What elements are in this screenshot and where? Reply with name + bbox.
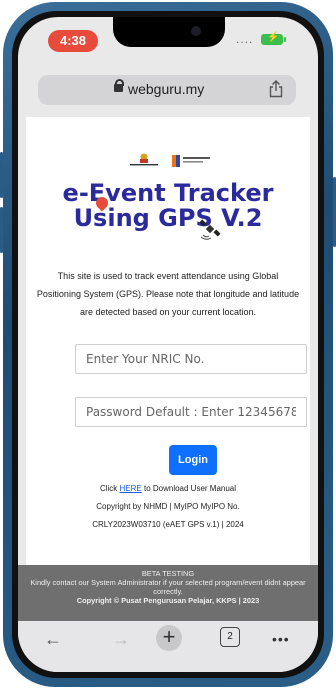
- registration-line: CRLY2023W03710 (eAET GPS v.1) | 2024: [92, 520, 244, 529]
- password-input[interactable]: [75, 397, 307, 427]
- hero-title: e-Event Tracker Using GPS V.2: [26, 181, 310, 231]
- satellite-icon: [199, 219, 221, 240]
- tab-count-button[interactable]: 2: [220, 627, 240, 647]
- more-menu-icon[interactable]: •••: [272, 631, 290, 647]
- signal-icon: ....: [236, 32, 254, 46]
- volume-button: [0, 207, 3, 253]
- ministry-logo: [172, 155, 210, 167]
- beta-copyright: Copyright © Pusat Pengurusan Pelajar, KK…: [76, 596, 260, 605]
- volume-button: [0, 152, 3, 198]
- share-icon[interactable]: [268, 80, 284, 98]
- web-page: e-Event Tracker Using GPS V.2 This site …: [26, 117, 310, 565]
- camera-icon: [191, 26, 201, 36]
- url-text: webguru.my: [128, 81, 205, 97]
- manual-suffix: to Download User Manual: [141, 484, 237, 493]
- title-line-2: Using GPS V.2: [73, 204, 263, 232]
- government-crest-logo: [130, 153, 158, 166]
- manual-line: Click HERE to Download User Manual: [26, 480, 310, 498]
- screen: 4:38 .... ⚡ webguru.my e-Event Tracker U…: [18, 17, 318, 672]
- lock-icon: [114, 79, 124, 92]
- logo-row: [26, 153, 310, 173]
- back-arrow-icon[interactable]: ←: [44, 629, 62, 650]
- footer-info: Click HERE to Download User Manual Copyr…: [26, 480, 310, 534]
- login-button[interactable]: Login: [169, 445, 217, 475]
- new-tab-button[interactable]: +: [156, 625, 182, 651]
- phone-bezel: 4:38 .... ⚡ webguru.my e-Event Tracker U…: [12, 11, 324, 678]
- browser-toolbar: ← → + 2 •••: [18, 621, 318, 672]
- beta-notice: Kindly contact our System Administrator …: [30, 578, 306, 596]
- battery-icon: ⚡: [261, 32, 286, 45]
- manual-prefix: Click: [99, 484, 120, 493]
- site-description: This site is used to track event attenda…: [36, 271, 300, 317]
- phone-frame: 4:38 .... ⚡ webguru.my e-Event Tracker U…: [0, 2, 336, 687]
- beta-footer: BETA TESTING Kindly contact our System A…: [18, 565, 318, 621]
- beta-title: BETA TESTING: [141, 569, 195, 578]
- manual-download-link[interactable]: HERE: [120, 484, 142, 493]
- forward-arrow-icon[interactable]: →: [112, 629, 130, 650]
- notch: [113, 17, 225, 47]
- status-time: 4:38: [48, 30, 98, 52]
- nric-input[interactable]: [75, 344, 307, 374]
- address-bar[interactable]: webguru.my: [38, 75, 296, 105]
- title-line-1: e-Event Tracker: [62, 179, 274, 207]
- copyright-line: Copyright by NHMD | MyIPO MyIPO No.: [96, 502, 240, 511]
